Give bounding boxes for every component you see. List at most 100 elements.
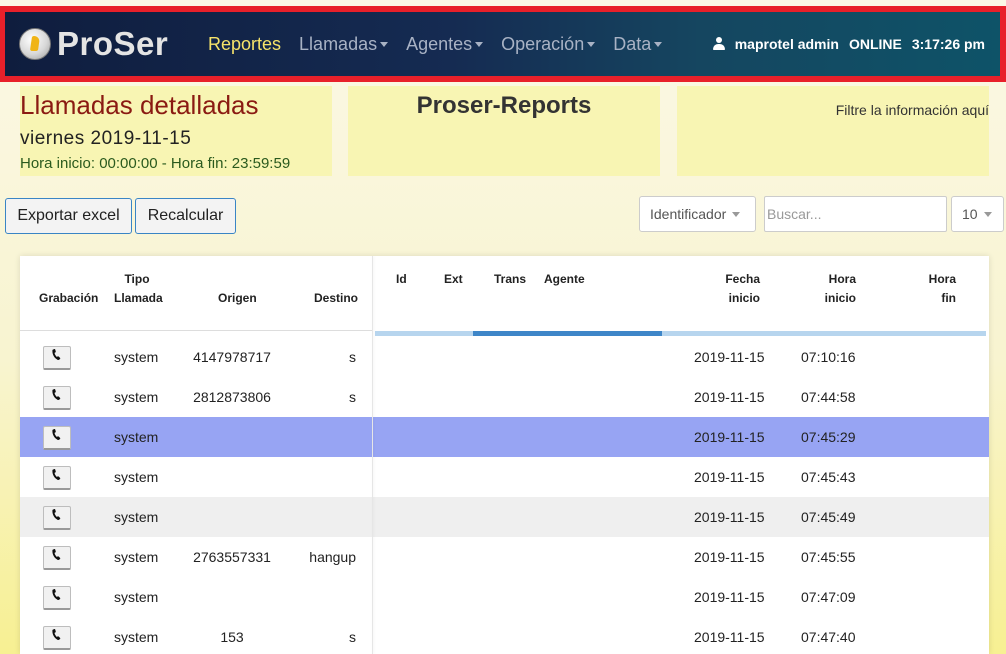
- col-tipo-llamada[interactable]: Tipo Llamada: [114, 270, 163, 308]
- clock: 3:17:26 pm: [911, 36, 985, 52]
- cell-hora-inicio: 07:45:43: [801, 469, 856, 485]
- play-recording-button[interactable]: [43, 466, 71, 490]
- cell-origen: 4147978717: [193, 349, 271, 365]
- user-icon: [712, 37, 725, 51]
- phone-icon: [50, 388, 64, 407]
- col-grabacion[interactable]: Grabación: [39, 289, 98, 308]
- user-area: maprotel admin ONLINE 3:17:26 pm: [712, 12, 985, 76]
- chevron-down-icon: [475, 42, 484, 48]
- table-row[interactable]: system 153 s 2019-11-15 07:47:40: [20, 617, 989, 654]
- col-origen[interactable]: Origen: [218, 289, 257, 308]
- table-row[interactable]: system 2019-11-15 07:45:49: [20, 497, 989, 537]
- cell-hora-inicio: 07:47:40: [801, 629, 856, 645]
- calls-table: system 4147978717 s 2019-11-15 07:10:16 syste…: [20, 256, 989, 654]
- filter-hint[interactable]: Filtre la información aquí: [836, 102, 989, 118]
- col-hora-inicio[interactable]: Hora inicio: [800, 270, 856, 308]
- cell-tipo: system: [114, 549, 159, 565]
- online-status: ONLINE: [848, 36, 902, 52]
- proser-logo-icon: [19, 28, 51, 60]
- table-row[interactable]: system 2019-11-15 07:45:43: [20, 457, 989, 497]
- frozen-columns-divider: [372, 256, 373, 654]
- table-row[interactable]: system 2019-11-15 07:45:29: [20, 417, 989, 457]
- play-recording-button[interactable]: [43, 586, 71, 610]
- phone-icon: [50, 508, 64, 527]
- identifier-select[interactable]: Identificador: [639, 196, 756, 232]
- export-excel-button[interactable]: Exportar excel: [5, 198, 132, 234]
- phone-icon: [50, 468, 64, 487]
- cell-hora-inicio: 07:47:09: [801, 589, 856, 605]
- cell-fecha-inicio: 2019-11-15: [694, 349, 765, 365]
- cell-hora-inicio: 07:45:49: [801, 509, 856, 525]
- cell-fecha-inicio: 2019-11-15: [694, 429, 765, 445]
- play-recording-button[interactable]: [43, 386, 71, 410]
- report-date: viernes 2019-11-15: [20, 128, 192, 149]
- search-input[interactable]: [764, 196, 947, 232]
- cell-tipo: system: [114, 509, 159, 525]
- phone-icon: [50, 428, 64, 447]
- loading-progress-track: [375, 331, 986, 336]
- recalculate-button[interactable]: Recalcular: [135, 198, 236, 234]
- menu-llamadas[interactable]: Llamadas: [299, 34, 389, 55]
- header-divider: [20, 330, 372, 331]
- col-fecha-inicio[interactable]: Fecha inicio: [700, 270, 760, 308]
- cell-origen: [182, 417, 282, 457]
- user-name[interactable]: maprotel admin: [735, 36, 839, 52]
- cell-origen: [182, 577, 282, 617]
- cell-tipo: system: [114, 629, 159, 645]
- play-recording-button[interactable]: [43, 626, 71, 650]
- cell-hora-inicio: 07:45:29: [801, 429, 856, 445]
- cell-tipo: system: [114, 429, 159, 445]
- report-hours: Hora inicio: 00:00:00 - Hora fin: 23:59:…: [20, 155, 291, 172]
- menu-reportes[interactable]: Reportes: [208, 34, 281, 55]
- menu-data[interactable]: Data: [613, 34, 663, 55]
- phone-icon: [50, 628, 64, 647]
- cell-destino: s: [349, 389, 356, 405]
- table-row[interactable]: system 2763557331 hangup 2019-11-15 07:45:55: [20, 537, 989, 577]
- chevron-down-icon: [732, 211, 741, 217]
- play-recording-button[interactable]: [43, 346, 71, 370]
- phone-icon: [50, 588, 64, 607]
- page-size-select[interactable]: 10: [951, 196, 1004, 232]
- cell-tipo: system: [114, 589, 159, 605]
- navbar: ProSer Reportes Llamadas Agentes Operaci…: [5, 12, 1000, 76]
- col-hora-fin[interactable]: Hora fin: [900, 270, 956, 308]
- table-row[interactable]: system 2812873806 s 2019-11-15 07:44:58: [20, 377, 989, 417]
- menu-operacion[interactable]: Operación: [501, 34, 596, 55]
- cell-tipo: system: [114, 349, 159, 365]
- cell-hora-inicio: 07:44:58: [801, 389, 856, 405]
- cell-destino: s: [349, 349, 356, 365]
- cell-fecha-inicio: 2019-11-15: [694, 549, 765, 565]
- cell-origen: [182, 457, 282, 497]
- chevron-down-icon: [587, 42, 596, 48]
- col-trans[interactable]: Trans: [494, 270, 526, 289]
- play-recording-button[interactable]: [43, 426, 71, 450]
- cell-fecha-inicio: 2019-11-15: [694, 589, 765, 605]
- table-row[interactable]: system 2019-11-15 07:47:09: [20, 577, 989, 617]
- col-destino[interactable]: Destino: [314, 289, 358, 308]
- cell-fecha-inicio: 2019-11-15: [694, 629, 765, 645]
- cell-destino: hangup: [309, 549, 356, 565]
- cell-origen: 2812873806: [193, 389, 271, 405]
- cell-destino: [280, 457, 356, 497]
- cell-origen: 2763557331: [193, 549, 271, 565]
- cell-destino: s: [349, 629, 356, 645]
- cell-origen: [182, 497, 282, 537]
- play-recording-button[interactable]: [43, 546, 71, 570]
- loading-progress-bar: [472, 331, 663, 336]
- play-recording-button[interactable]: [43, 506, 71, 530]
- cell-tipo: system: [114, 389, 159, 405]
- app-title: Proser-Reports: [416, 92, 592, 119]
- chevron-down-icon: [654, 42, 663, 48]
- col-id[interactable]: Id: [396, 270, 407, 289]
- table-row[interactable]: system 4147978717 s 2019-11-15 07:10:16: [20, 337, 989, 377]
- col-agente[interactable]: Agente: [544, 270, 585, 289]
- brand[interactable]: ProSer: [19, 25, 168, 63]
- menu-agentes[interactable]: Agentes: [406, 34, 484, 55]
- cell-destino: [280, 577, 356, 617]
- col-ext[interactable]: Ext: [444, 270, 463, 289]
- filter-panel[interactable]: Filtre la información aquí: [677, 86, 989, 176]
- cell-hora-inicio: 07:45:55: [801, 549, 856, 565]
- navbar-frame: ProSer Reportes Llamadas Agentes Operaci…: [0, 6, 1006, 82]
- chevron-down-icon: [983, 211, 992, 217]
- cell-fecha-inicio: 2019-11-15: [694, 389, 765, 405]
